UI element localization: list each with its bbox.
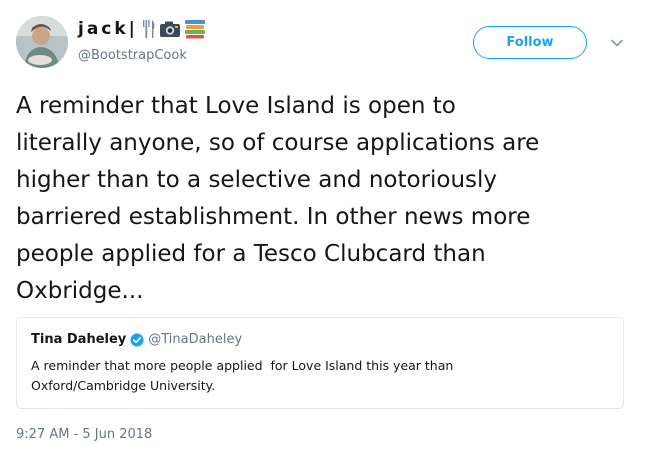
quoted-author-name: Tina Daheley [31, 332, 127, 347]
author-name-row: jack| [78, 16, 206, 42]
tweet-text-line: higher than to a selective and notorious… [16, 167, 498, 193]
quoted-tweet-text: A reminder that more people applied for … [31, 356, 611, 396]
verified-badge-icon [130, 333, 144, 346]
tweet-text-line: Oxbridge... [16, 278, 144, 304]
tweet-header: jack| @BootstrapCook Follow [16, 14, 636, 74]
follow-button[interactable]: Follow [473, 26, 587, 59]
quoted-tweet-header: Tina Daheley @TinaDaheley [31, 332, 242, 347]
author-handle[interactable]: @BootstrapCook [78, 48, 187, 63]
tweet-text-line: literally anyone, so of course applicati… [16, 130, 540, 156]
tweet-card: jack| @BootstrapCook Follow A reminder t… [0, 0, 650, 453]
avatar[interactable] [16, 16, 68, 68]
tweet-text-line: people applied for a Tesco Clubcard than [16, 241, 486, 267]
tweet-timestamp[interactable]: 9:27 AM - 5 Jun 2018 [16, 427, 152, 442]
tweet-text: A reminder that Love Island is open to l… [16, 88, 636, 310]
tweet-text-line: barriered establishment. In other news m… [16, 204, 531, 230]
fork-and-knife-icon [142, 20, 155, 38]
books-icon [184, 20, 205, 39]
camera-icon [159, 21, 180, 37]
quoted-text-line: A reminder that more people applied for … [31, 358, 454, 373]
tweet-text-line: A reminder that Love Island is open to [16, 93, 456, 119]
chevron-down-icon[interactable] [608, 34, 626, 52]
quoted-author-handle: @TinaDaheley [148, 332, 243, 347]
author-display-name[interactable]: jack| [78, 19, 138, 39]
quoted-text-line: Oxford/Cambridge University. [31, 378, 216, 393]
quoted-tweet[interactable]: Tina Daheley @TinaDaheley A reminder tha… [16, 317, 624, 409]
